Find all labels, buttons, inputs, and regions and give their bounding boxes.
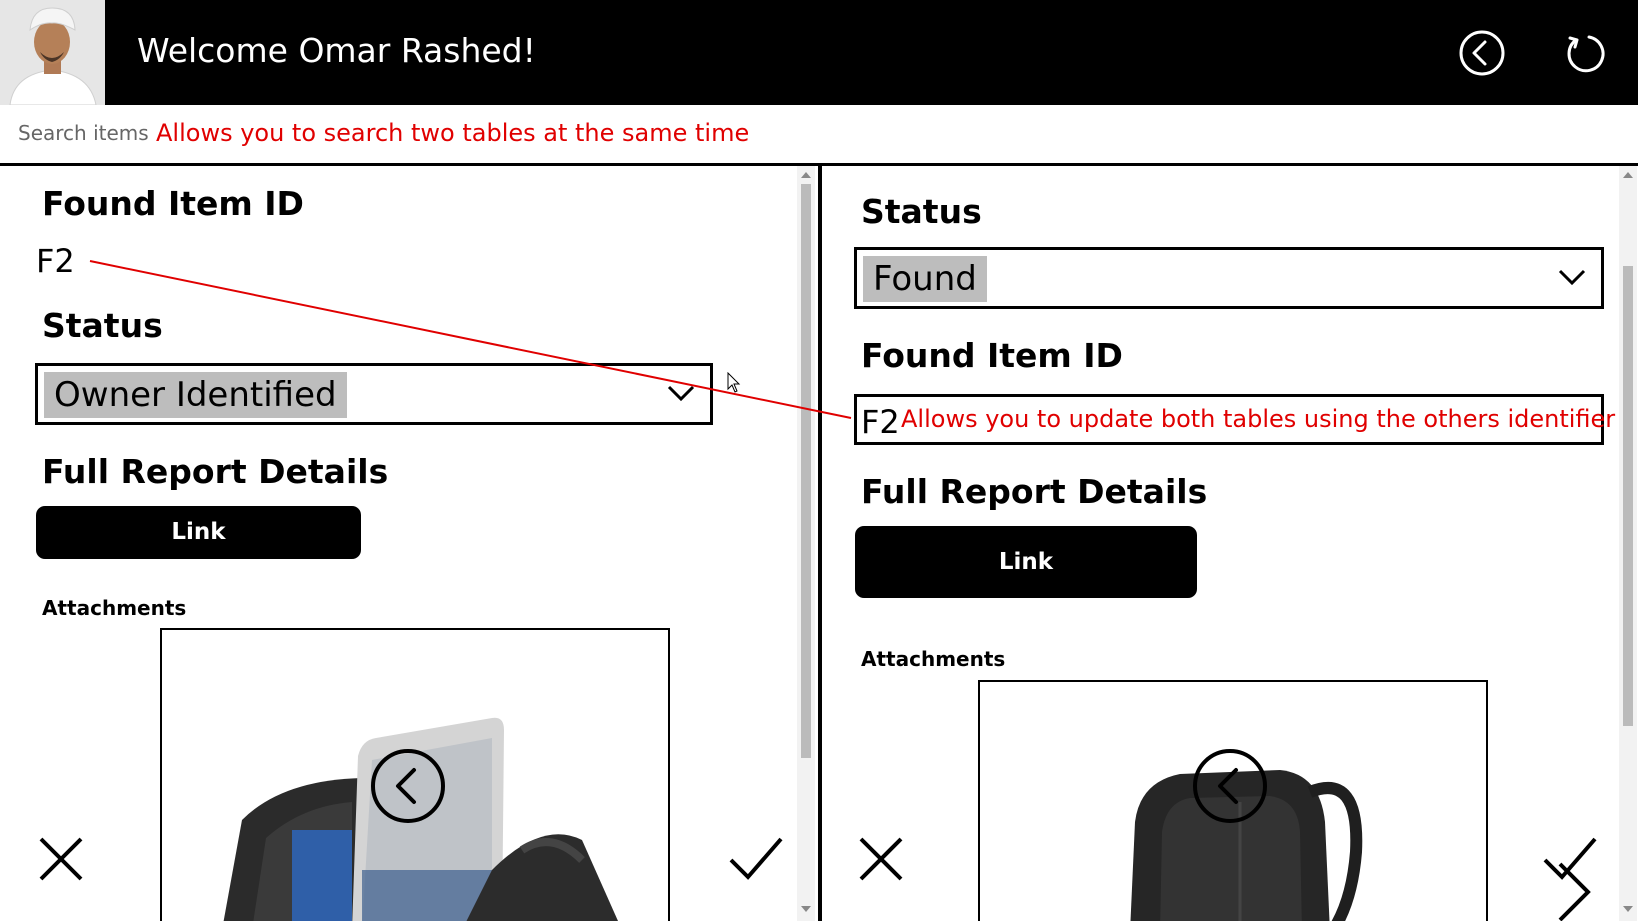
status-selected-value: Owner Identified — [44, 372, 347, 418]
scroll-down-icon[interactable] — [801, 906, 811, 912]
report-link-button[interactable]: Link — [855, 526, 1197, 598]
full-report-label: Full Report Details — [42, 452, 389, 491]
gallery-prev-icon[interactable] — [1190, 746, 1270, 826]
chevron-down-icon — [1558, 269, 1586, 286]
search-annotation: Allows you to search two tables at the s… — [156, 119, 750, 147]
refresh-icon[interactable] — [1559, 28, 1609, 78]
status-dropdown[interactable]: Found — [854, 247, 1604, 309]
right-gallery-panel: Status Found Found Item ID F2 Allows you… — [822, 166, 1638, 921]
status-label: Status — [861, 192, 982, 231]
back-icon[interactable] — [1457, 28, 1507, 78]
cancel-icon[interactable] — [856, 834, 906, 884]
mouse-cursor-icon — [727, 372, 741, 393]
gallery-next-icon[interactable] — [1548, 856, 1598, 921]
scroll-thumb[interactable] — [801, 184, 811, 758]
found-item-id-label: Found Item ID — [861, 336, 1123, 375]
full-report-label: Full Report Details — [861, 472, 1208, 511]
found-item-annotation: Allows you to update both tables using t… — [901, 405, 1616, 433]
attachments-label: Attachments — [42, 596, 187, 620]
scroll-down-icon[interactable] — [1623, 906, 1633, 912]
confirm-icon[interactable] — [726, 834, 786, 884]
report-link-button[interactable]: Link — [36, 506, 361, 559]
search-bar: Allows you to search two tables at the s… — [0, 105, 1638, 166]
left-scrollbar[interactable] — [797, 166, 815, 921]
left-gallery-panel: Found Item ID F2 Status Owner Identified… — [0, 166, 818, 921]
welcome-title: Welcome Omar Rashed! — [137, 31, 536, 70]
chevron-down-icon — [667, 385, 695, 402]
found-item-id-value: F2 — [36, 242, 75, 280]
found-item-id-value: F2 — [861, 403, 900, 441]
status-label: Status — [42, 306, 163, 345]
scroll-up-icon[interactable] — [801, 172, 811, 178]
scroll-thumb[interactable] — [1623, 266, 1633, 726]
status-dropdown[interactable]: Owner Identified — [35, 363, 713, 425]
gallery-prev-icon[interactable] — [368, 746, 448, 826]
found-item-id-field[interactable]: F2 Allows you to update both tables usin… — [854, 394, 1615, 445]
right-scrollbar[interactable] — [1619, 166, 1637, 921]
app-header: Welcome Omar Rashed! — [0, 0, 1638, 105]
avatar — [0, 0, 105, 105]
scroll-up-icon[interactable] — [1623, 172, 1633, 178]
status-selected-value: Found — [863, 256, 987, 302]
search-input[interactable] — [8, 115, 168, 151]
cancel-icon[interactable] — [36, 834, 86, 884]
found-item-id-label: Found Item ID — [42, 184, 304, 223]
attachments-label: Attachments — [861, 647, 1006, 671]
